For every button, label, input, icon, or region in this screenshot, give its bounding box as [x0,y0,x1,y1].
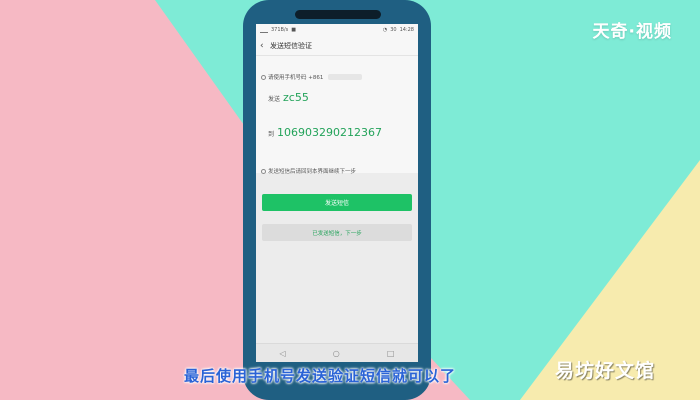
sms-code: zc55 [283,91,309,104]
after-send-hint-text: 发送短信后请回到本界面继续下一步 [268,169,357,175]
status-bar: 371B/s ■ ◔ 30 14:28 [256,24,418,36]
phone-screen: 371B/s ■ ◔ 30 14:28 ‹ 发送短信验证 请使用手机号码 +86… [256,24,418,362]
nav-home-icon[interactable]: ○ [333,349,340,358]
target-number: 106903290212367 [277,126,382,139]
masked-phone-number [328,74,363,80]
video-subtitle: 最后使用手机号发送验证短信就可以了 [184,367,457,385]
info-icon [261,74,266,80]
info-icon [261,168,266,174]
nav-recent-icon[interactable]: □ [387,349,395,358]
phone-hint-text: 请使用手机号码 +861 [268,75,324,81]
phone-hint: 请使用手机号码 +861 [261,73,363,81]
brand-logo: 天奇·视频 [592,22,672,42]
battery-level: 30 [390,27,397,33]
notification-icon: ■ [291,27,296,33]
back-arrow-icon[interactable]: ‹ [260,41,270,51]
phone-speaker [295,10,381,19]
target-number-row: 到 106903290212367 [268,126,382,139]
sent-next-button[interactable]: 已发送短信，下一步 [262,224,412,241]
signal-icon [260,28,268,33]
alarm-icon: ◔ [382,27,388,33]
network-speed: 371B/s [271,27,289,33]
page-title: 发送短信验证 [270,41,312,50]
send-label: 发送 [268,96,281,103]
status-time: 14:28 [399,27,414,33]
top-navbar: ‹ 发送短信验证 [256,36,418,56]
to-label: 到 [268,131,275,138]
send-code-row: 发送 zc55 [268,91,309,104]
nav-back-icon[interactable]: ◁ [280,349,286,358]
watermark: 易坊好文馆 [555,360,656,382]
send-sms-button[interactable]: 发送短信 [262,194,412,211]
after-send-hint: 发送短信后请回到本界面继续下一步 [261,167,356,175]
verify-content: 请使用手机号码 +861 发送 zc55 到 106903290212367 发… [256,56,418,175]
phone-frame: 371B/s ■ ◔ 30 14:28 ‹ 发送短信验证 请使用手机号码 +86… [243,0,431,400]
system-nav-bar: ◁ ○ □ [256,343,418,362]
